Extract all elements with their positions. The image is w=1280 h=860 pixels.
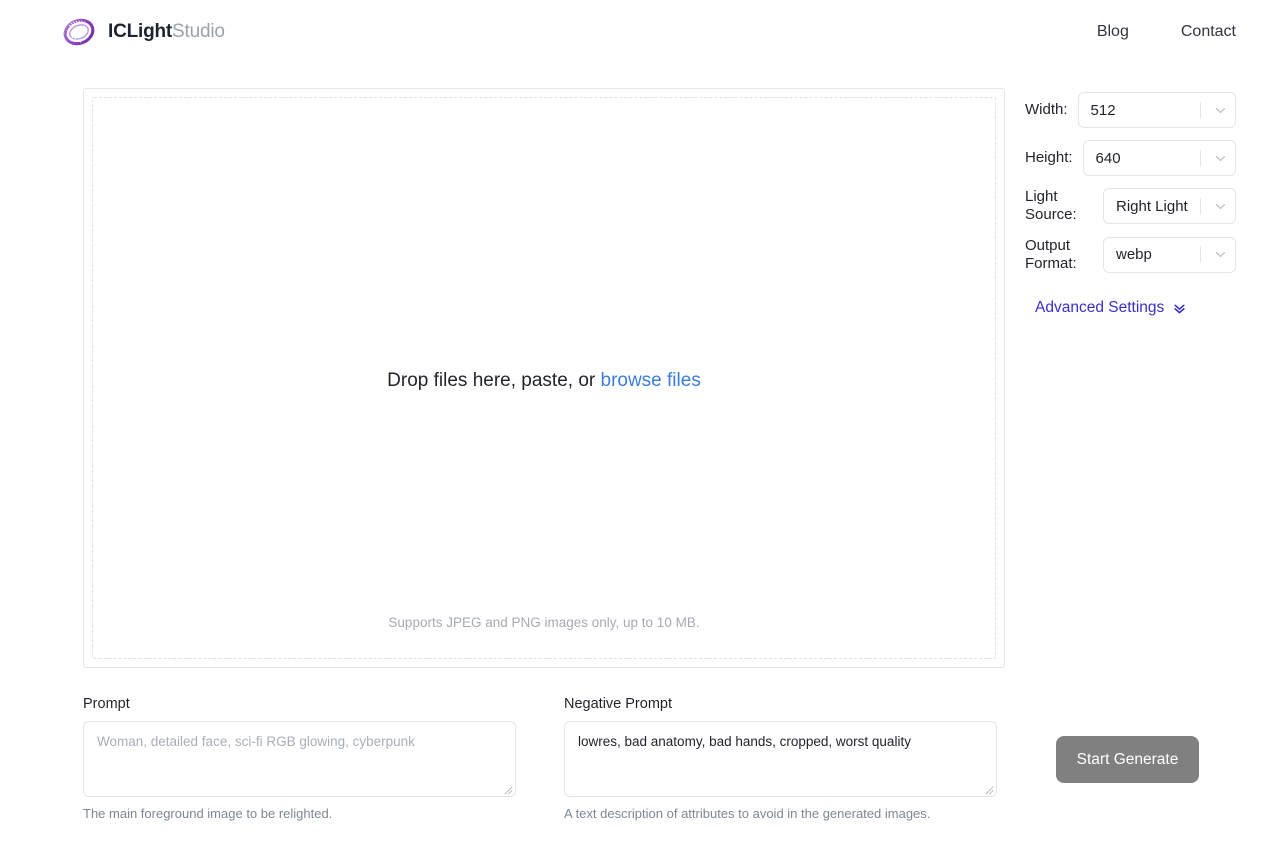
resize-handle-icon[interactable] <box>982 782 994 794</box>
height-select[interactable]: 640 <box>1083 140 1236 176</box>
combo-separator <box>1200 150 1201 167</box>
brand-title-bold: ICLight <box>108 21 172 42</box>
brand-title: ICLightStudio <box>108 21 225 43</box>
main-nav: Blog Contact <box>1097 23 1236 41</box>
combo-separator <box>1200 246 1201 263</box>
height-value: 640 <box>1096 150 1200 167</box>
field-row-width: Width: 512 <box>1025 92 1236 128</box>
swirl-ring-logo-icon <box>62 15 96 49</box>
field-row-output-format: Output Format: webp <box>1025 237 1236 274</box>
browse-files-link[interactable]: browse files <box>601 370 701 391</box>
light-source-value: Right Light <box>1116 198 1200 215</box>
combo-separator <box>1200 198 1201 215</box>
app-header: ICLightStudio Blog Contact <box>0 0 1280 64</box>
output-format-label: Output Format: <box>1025 237 1103 274</box>
prompt-input[interactable]: Woman, detailed face, sci-fi RGB glowing… <box>83 721 516 797</box>
negative-prompt-value: lowres, bad anatomy, bad hands, cropped,… <box>578 733 983 751</box>
negative-prompt-help-text: A text description of attributes to avoi… <box>564 806 997 821</box>
negative-prompt-input[interactable]: lowres, bad anatomy, bad hands, cropped,… <box>564 721 997 797</box>
light-source-label: Light Source: <box>1025 188 1103 225</box>
chevron-down-icon[interactable] <box>1209 152 1235 165</box>
brand-title-light: Studio <box>172 21 225 42</box>
start-generate-button[interactable]: Start Generate <box>1056 736 1199 783</box>
double-chevron-down-icon <box>1172 301 1187 316</box>
nav-link-contact[interactable]: Contact <box>1181 23 1236 41</box>
main-content: Drop files here, paste, or browse files … <box>0 88 1280 821</box>
resize-handle-icon[interactable] <box>501 782 513 794</box>
image-upload-dropzone[interactable]: Drop files here, paste, or browse files … <box>83 88 1005 668</box>
chevron-down-icon[interactable] <box>1209 248 1235 261</box>
combo-separator <box>1200 102 1201 119</box>
settings-sidebar: Width: 512 Height: 640 <box>1005 88 1236 317</box>
field-row-height: Height: 640 <box>1025 140 1236 176</box>
upload-and-settings-row: Drop files here, paste, or browse files … <box>0 88 1280 668</box>
advanced-settings-label: Advanced Settings <box>1035 299 1164 317</box>
prompt-placeholder-text: Woman, detailed face, sci-fi RGB glowing… <box>97 733 502 751</box>
dropzone-instruction-text: Drop files here, paste, or <box>387 370 600 391</box>
negative-prompt-group: Negative Prompt lowres, bad anatomy, bad… <box>564 696 997 821</box>
generate-action-area: Start Generate <box>997 696 1236 783</box>
dropzone-inner-area[interactable]: Drop files here, paste, or browse files … <box>92 97 996 659</box>
prompt-label: Prompt <box>83 696 516 712</box>
light-source-select[interactable]: Right Light <box>1103 188 1236 224</box>
field-row-light-source: Light Source: Right Light <box>1025 188 1236 225</box>
chevron-down-icon[interactable] <box>1209 200 1235 213</box>
width-select[interactable]: 512 <box>1078 92 1236 128</box>
brand-logo-link[interactable]: ICLightStudio <box>62 15 225 49</box>
height-label: Height: <box>1025 149 1083 167</box>
dropzone-instruction: Drop files here, paste, or browse files <box>93 370 995 392</box>
positive-prompt-group: Prompt Woman, detailed face, sci-fi RGB … <box>83 696 516 821</box>
width-value: 512 <box>1091 102 1200 119</box>
width-label: Width: <box>1025 101 1078 119</box>
nav-link-blog[interactable]: Blog <box>1097 23 1129 41</box>
dropzone-support-note: Supports JPEG and PNG images only, up to… <box>93 615 995 630</box>
output-format-value: webp <box>1116 246 1200 263</box>
output-format-select[interactable]: webp <box>1103 237 1236 273</box>
prompt-help-text: The main foreground image to be relighte… <box>83 806 516 821</box>
prompts-row: Prompt Woman, detailed face, sci-fi RGB … <box>0 696 1280 821</box>
chevron-down-icon[interactable] <box>1209 104 1235 117</box>
advanced-settings-toggle[interactable]: Advanced Settings <box>1025 299 1187 317</box>
negative-prompt-label: Negative Prompt <box>564 696 997 712</box>
